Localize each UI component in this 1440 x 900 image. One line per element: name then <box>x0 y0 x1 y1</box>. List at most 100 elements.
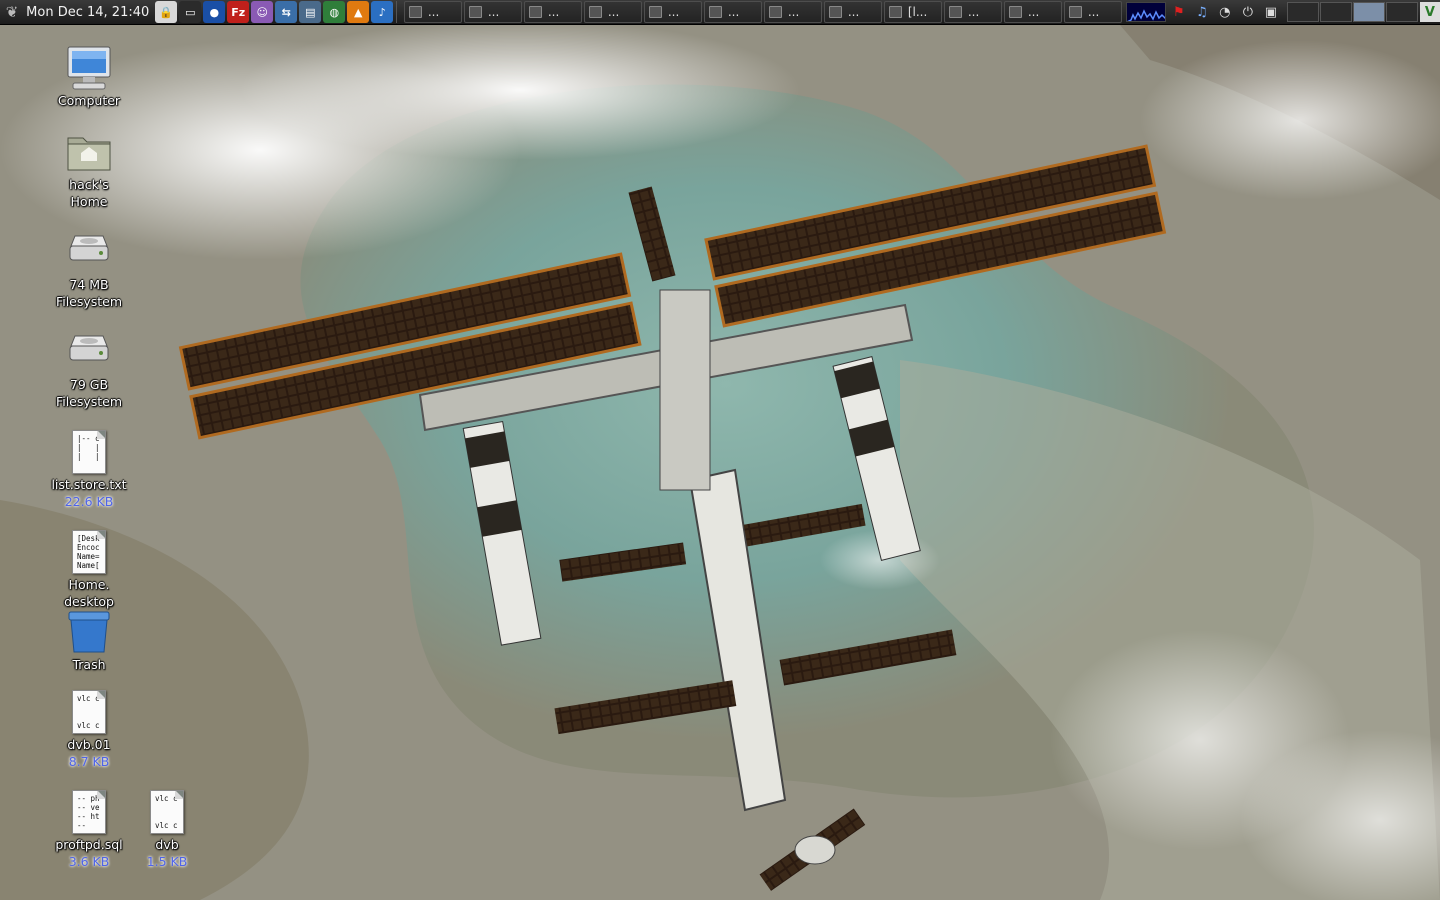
system-tray: ⚑ ♫ ◔ ⏻ ▣ <box>1125 2 1281 22</box>
task-label: ... <box>847 5 860 19</box>
icon-label: Computer <box>57 93 121 108</box>
task-label: ... <box>487 5 500 19</box>
cpu-monitor-graph[interactable] <box>1125 2 1166 22</box>
desktop-icon-home-desktop[interactable]: [Desk Encoc Name= Name[Home. desktop <box>44 528 134 610</box>
panel-separator <box>396 1 402 23</box>
space-station-wallpaper-image <box>0 0 1440 900</box>
top-panel: ❦ Mon Dec 14, 21:40 🔒 ▭ ● Fz ☺ ⇆ ▤ ◍ ▲ ♪ ........… <box>0 0 1440 25</box>
desktop-icon-home[interactable]: hack's Home <box>44 128 134 210</box>
chat-client-icon[interactable]: ☺ <box>251 1 274 23</box>
icon-label: dvb <box>155 837 179 852</box>
taskbar-window-8[interactable]: ... <box>823 1 882 23</box>
world-map-icon[interactable]: ◍ <box>323 1 346 23</box>
vlc-icon[interactable]: ▲ <box>347 1 370 23</box>
task-label: ... <box>727 5 740 19</box>
desktop-icon-dvb[interactable]: vlc c vlc c dvb 1.5 KB <box>122 788 212 871</box>
power-icon[interactable]: ⏻ <box>1238 2 1258 22</box>
network-status-icon[interactable]: ◔ <box>1215 2 1235 22</box>
file-preview: vlc c vlc c <box>150 790 184 834</box>
desktop-icon-trash[interactable]: Trash <box>44 608 134 673</box>
browser-globe-icon[interactable]: ● <box>203 1 226 23</box>
taskbar-window-4[interactable]: ... <box>583 1 642 23</box>
lock-screen-icon[interactable]: 🔒 <box>155 1 178 23</box>
taskbar-terminal[interactable]: ... <box>403 1 462 23</box>
launcher-bar: 🔒 ▭ ● Fz ☺ ⇆ ▤ ◍ ▲ ♪ <box>155 1 394 23</box>
workspace-3[interactable] <box>1352 2 1385 22</box>
window-icon <box>1008 6 1022 18</box>
network-tool-icon[interactable]: ⇆ <box>275 1 298 23</box>
drive-icon <box>65 328 113 376</box>
workspace-4[interactable] <box>1385 2 1418 22</box>
task-label: ... <box>787 5 800 19</box>
desktop-icon-dvb01[interactable]: vlc c vlc c dvb.01 8.7 KB <box>44 688 134 771</box>
file-preview: -- ph -- ve -- ht -- <box>72 790 106 834</box>
task-label: ... <box>667 5 680 19</box>
task-label: ... <box>1027 5 1040 19</box>
task-label: ... <box>1087 5 1100 19</box>
taskbar-window-12[interactable]: ... <box>1063 1 1122 23</box>
window-icon <box>588 6 602 18</box>
screenshot-icon[interactable]: ▣ <box>1261 2 1281 22</box>
main-menu-icon[interactable]: ❦ <box>2 1 22 23</box>
window-icon <box>1068 6 1082 18</box>
taskbar-window-11[interactable]: ... <box>1003 1 1062 23</box>
filezilla-icon[interactable]: Fz <box>227 1 250 23</box>
volume-icon[interactable]: ♫ <box>1192 2 1212 22</box>
flag-icon[interactable]: ⚑ <box>1169 2 1189 22</box>
file-size: 22.6 KB <box>64 494 114 509</box>
icon-label: dvb.01 <box>67 737 111 752</box>
text-file-icon: vlc c vlc c <box>65 688 113 736</box>
desktop-icon-fs-74mb[interactable]: 74 MB Filesystem <box>44 228 134 310</box>
taskbar-window-3[interactable]: ... <box>523 1 582 23</box>
icon-label: hack's Home <box>69 177 109 209</box>
task-label: ... <box>427 5 440 19</box>
terminal-icon[interactable]: ▭ <box>179 1 202 23</box>
taskbar-window-2[interactable]: ... <box>463 1 522 23</box>
taskbar-window-7[interactable]: ... <box>763 1 822 23</box>
desktop-icon-list-store[interactable]: |-- c | | | | list.store.txt 22.6 KB <box>44 428 134 511</box>
file-preview: |-- c | | | | <box>72 430 106 474</box>
window-icon <box>948 6 962 18</box>
window-icon <box>888 6 902 18</box>
window-icon <box>468 6 482 18</box>
desktop-icon-computer[interactable]: Computer <box>44 44 134 109</box>
icon-label: Trash <box>72 657 106 672</box>
taskbar-window-6[interactable]: ... <box>703 1 762 23</box>
workspace-2[interactable] <box>1319 2 1352 22</box>
taskbar-filezilla[interactable]: ... <box>943 1 1002 23</box>
workspace-1[interactable] <box>1286 2 1319 22</box>
window-icon <box>408 6 422 18</box>
taskbar-window-5[interactable]: ... <box>643 1 702 23</box>
icon-label: Home. desktop <box>64 577 114 609</box>
file-size: 1.5 KB <box>146 854 188 869</box>
text-file-icon: -- ph -- ve -- ht -- <box>65 788 113 836</box>
trash-icon <box>65 608 113 656</box>
window-icon <box>768 6 782 18</box>
computer-icon <box>65 44 113 92</box>
task-label: ... <box>967 5 980 19</box>
window-icon <box>828 6 842 18</box>
file-size: 3.6 KB <box>68 854 110 869</box>
file-size: 8.7 KB <box>68 754 110 769</box>
text-file-icon: |-- c | | | | <box>65 428 113 476</box>
desktop-wallpaper <box>0 0 1440 900</box>
icon-label: list.store.txt <box>51 477 127 492</box>
window-icon <box>708 6 722 18</box>
window-icon <box>528 6 542 18</box>
workspace-pager <box>1286 2 1418 22</box>
drive-icon <box>65 228 113 276</box>
file-preview: vlc c vlc c <box>72 690 106 734</box>
window-icon <box>648 6 662 18</box>
taskbar-editor[interactable]: [l... <box>883 1 942 23</box>
icon-label: 74 MB Filesystem <box>55 277 123 309</box>
task-label: ... <box>547 5 560 19</box>
panel-clock[interactable]: Mon Dec 14, 21:40 <box>22 5 155 20</box>
task-label: [l... <box>907 5 928 19</box>
tray-end-icon[interactable]: V <box>1419 2 1440 22</box>
icon-label: proftpd.sql <box>55 837 123 852</box>
music-player-icon[interactable]: ♪ <box>371 1 394 23</box>
desktop-icon-proftpd[interactable]: -- ph -- ve -- ht -- proftpd.sql 3.6 KB <box>44 788 134 871</box>
home-folder-icon <box>65 128 113 176</box>
desktop-icon-fs-79gb[interactable]: 79 GB Filesystem <box>44 328 134 410</box>
network-manager-icon[interactable]: ▤ <box>299 1 322 23</box>
